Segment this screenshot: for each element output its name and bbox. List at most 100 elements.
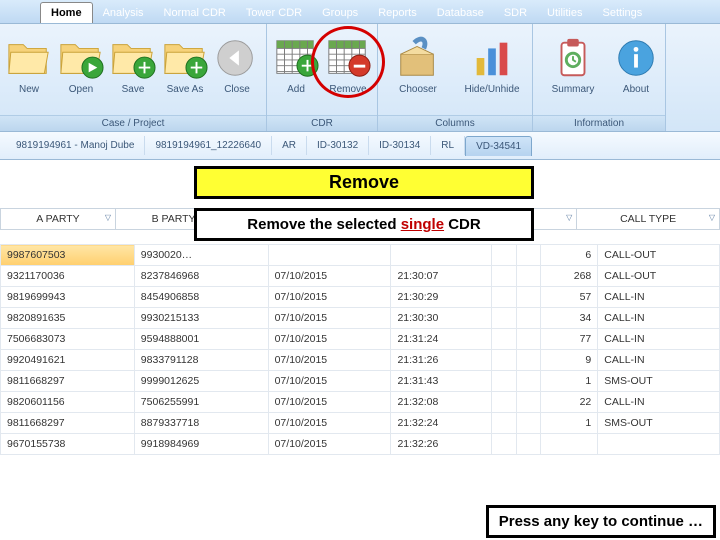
ribbon-btn-save-as[interactable]: Save As (160, 28, 210, 95)
file-tab[interactable]: VD-34541 (465, 136, 532, 156)
chooser-icon (395, 32, 441, 84)
menu-tab-sdr[interactable]: SDR (494, 3, 537, 23)
table-row[interactable]: 9920491621983379112807/10/201521:31:269C… (1, 350, 720, 371)
cell-call-type: SMS-OUT (598, 413, 720, 434)
cell-blank (516, 245, 540, 266)
data-grid[interactable]: 99876075039930020…6CALL-OUT9321170036823… (0, 244, 720, 455)
table-row[interactable]: 9670155738991898496907/10/201521:32:26 (1, 434, 720, 455)
ribbon-btn-close[interactable]: Close (212, 28, 262, 95)
file-tab[interactable]: ID-30134 (369, 136, 431, 155)
cell-date (268, 245, 391, 266)
cell-b-party: 9930215133 (134, 308, 268, 329)
data-grid-wrap: 99876075039930020…6CALL-OUT9321170036823… (0, 244, 720, 540)
menu-bar: HomeAnalysisNormal CDRTower CDRGroupsRep… (0, 0, 720, 24)
cell-blank (492, 287, 516, 308)
cell-duration: 1 (541, 413, 598, 434)
table-row[interactable]: 9819699943845490685807/10/201521:30:2957… (1, 287, 720, 308)
filter-icon[interactable]: ▽ (105, 213, 111, 222)
menu-tab-tower-cdr[interactable]: Tower CDR (236, 3, 312, 23)
cell-duration (541, 434, 598, 455)
ribbon-btn-open[interactable]: Open (56, 28, 106, 95)
table-row[interactable]: 9321170036823784696807/10/201521:30:0726… (1, 266, 720, 287)
table-row[interactable]: 9811668297887933771807/10/201521:32:241S… (1, 413, 720, 434)
callout-subtitle-prefix: Remove the selected (247, 216, 400, 233)
table-row[interactable]: 99876075039930020…6CALL-OUT (1, 245, 720, 266)
cell-blank (492, 434, 516, 455)
cell-blank (492, 413, 516, 434)
callout-subtitle-single: single (401, 216, 444, 233)
cell-blank (516, 371, 540, 392)
table-row[interactable]: 9811668297999901262507/10/201521:31:431S… (1, 371, 720, 392)
menu-tab-settings[interactable]: Settings (593, 3, 653, 23)
ribbon-btn-about[interactable]: About (611, 28, 661, 95)
cell-time: 21:30:07 (391, 266, 492, 287)
folder-add-icon (110, 32, 156, 84)
file-tab[interactable]: RL (431, 136, 465, 155)
cell-blank (516, 329, 540, 350)
cell-duration: 268 (541, 266, 598, 287)
cell-date: 07/10/2015 (268, 308, 391, 329)
table-row[interactable]: 9820891635993021513307/10/201521:30:30 34… (1, 308, 720, 329)
back-icon (214, 32, 260, 84)
table-row[interactable]: 9820601156750625599107/10/201521:32:0822… (1, 392, 720, 413)
ribbon-btn-label: Save As (167, 84, 204, 95)
ribbon-group-information: SummaryAboutInformation (533, 24, 666, 131)
menu-tab-utilities[interactable]: Utilities (537, 3, 592, 23)
folder-open-icon (58, 32, 104, 84)
grid-remove-icon (325, 32, 371, 84)
cell-b-party: 9918984969 (134, 434, 268, 455)
ribbon-btn-label: Chooser (399, 84, 437, 95)
cell-blank (516, 350, 540, 371)
ribbon-btn-summary[interactable]: Summary (537, 28, 609, 95)
file-tab[interactable]: AR (272, 136, 307, 155)
cell-call-type: CALL-IN (598, 329, 720, 350)
ribbon-btn-add[interactable]: Add (271, 28, 321, 95)
file-tab[interactable]: ID-30132 (307, 136, 369, 155)
cell-date: 07/10/2015 (268, 266, 391, 287)
ribbon-btn-chooser[interactable]: Chooser (382, 28, 454, 95)
cell-duration: 34 (541, 308, 598, 329)
ribbon-btn-hide-unhide[interactable]: Hide/Unhide (456, 28, 528, 95)
file-tab[interactable]: 9819194961_12226640 (145, 136, 272, 155)
callout-subtitle-suffix: CDR (444, 216, 481, 233)
cell-time: 21:30:30 (391, 308, 492, 329)
menu-tab-analysis[interactable]: Analysis (93, 3, 154, 23)
menu-tab-home[interactable]: Home (40, 2, 93, 23)
ribbon-btn-remove[interactable]: Remove (323, 28, 373, 95)
ribbon-btn-label: New (19, 84, 39, 95)
column-header[interactable]: CALL TYPE▽ (577, 209, 720, 230)
cell-blank (492, 329, 516, 350)
menu-tab-groups[interactable]: Groups (312, 3, 368, 23)
ribbon-btn-label: Close (224, 84, 250, 95)
ribbon-group-cdr: AddRemoveCDR (267, 24, 378, 131)
callout-area: A PARTY▽B PARTY▽DATE▽TIME▽ DURATION▽CALL… (0, 160, 720, 244)
cell-a-party: 9820891635 (1, 308, 135, 329)
cell-duration: 1 (541, 371, 598, 392)
menu-tab-database[interactable]: Database (427, 3, 494, 23)
ribbon-btn-label: Remove (329, 84, 366, 95)
file-tab[interactable]: 9819194961 - Manoj Dube (6, 136, 145, 155)
grid-add-icon (273, 32, 319, 84)
cell-duration: 9 (541, 350, 598, 371)
filter-icon[interactable]: ▽ (566, 213, 572, 222)
cell-a-party: 7506683073 (1, 329, 135, 350)
ribbon-btn-label: About (623, 84, 649, 95)
cell-blank (516, 266, 540, 287)
menu-tab-reports[interactable]: Reports (368, 3, 427, 23)
bars-icon (469, 32, 515, 84)
table-row[interactable]: 7506683073959488800107/10/201521:31:2477… (1, 329, 720, 350)
ribbon-btn-new[interactable]: New (4, 28, 54, 95)
column-header[interactable]: A PARTY▽ (1, 209, 116, 230)
ribbon-btn-save[interactable]: Save (108, 28, 158, 95)
folder-add-icon (162, 32, 208, 84)
cell-date: 07/10/2015 (268, 392, 391, 413)
filter-icon[interactable]: ▽ (709, 213, 715, 222)
cell-a-party: 9670155738 (1, 434, 135, 455)
ribbon-btn-label: Open (69, 84, 93, 95)
cell-a-party: 9819699943 (1, 287, 135, 308)
cell-call-type: SMS-OUT (598, 371, 720, 392)
cell-blank (516, 287, 540, 308)
menu-tab-normal-cdr[interactable]: Normal CDR (154, 3, 236, 23)
cell-call-type: CALL-IN (598, 308, 720, 329)
cell-a-party: 9321170036 (1, 266, 135, 287)
